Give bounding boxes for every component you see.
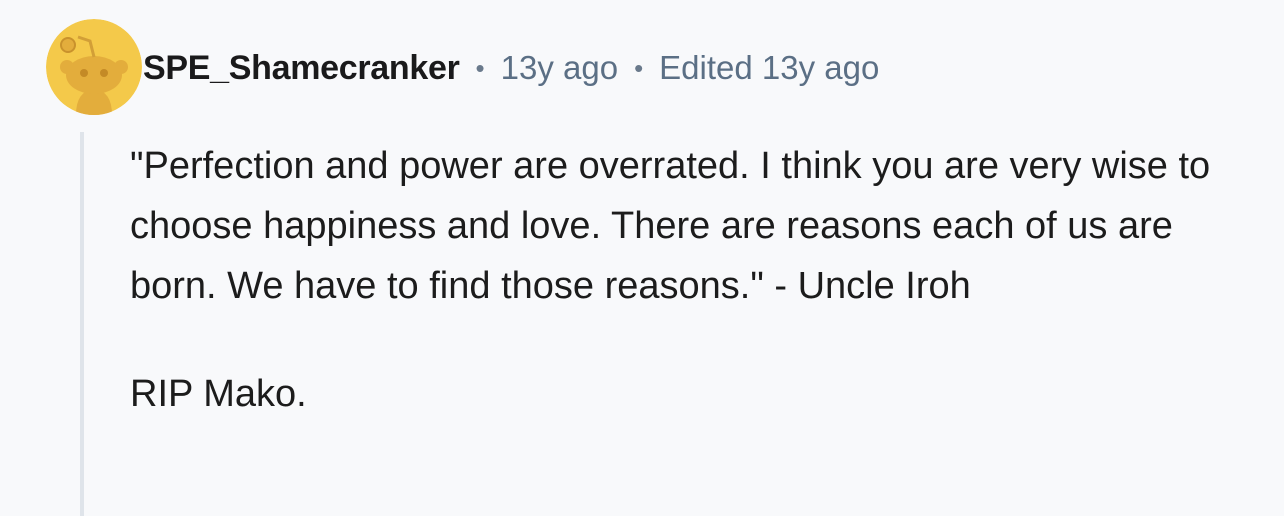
comment: SPE_Shamecranker • 13y ago • Edited 13y …: [0, 0, 1284, 516]
meta-separator: •: [475, 52, 485, 83]
thread-collapse-line[interactable]: [80, 132, 84, 516]
snoo-avatar-icon: [46, 19, 142, 115]
meta-separator: •: [634, 52, 644, 83]
posted-time-link[interactable]: 13y ago: [501, 49, 618, 87]
comment-paragraph: RIP Mako.: [130, 373, 307, 415]
comment-paragraph: "Perfection and power are overrated. I t…: [130, 145, 1211, 307]
username-link[interactable]: SPE_Shamecranker: [143, 49, 460, 88]
user-avatar[interactable]: [46, 19, 142, 115]
comment-header: SPE_Shamecranker • 13y ago • Edited 13y …: [143, 44, 879, 92]
edited-time: Edited 13y ago: [659, 49, 880, 86]
comment-body: "Perfection and power are overrated. I t…: [130, 136, 1240, 424]
